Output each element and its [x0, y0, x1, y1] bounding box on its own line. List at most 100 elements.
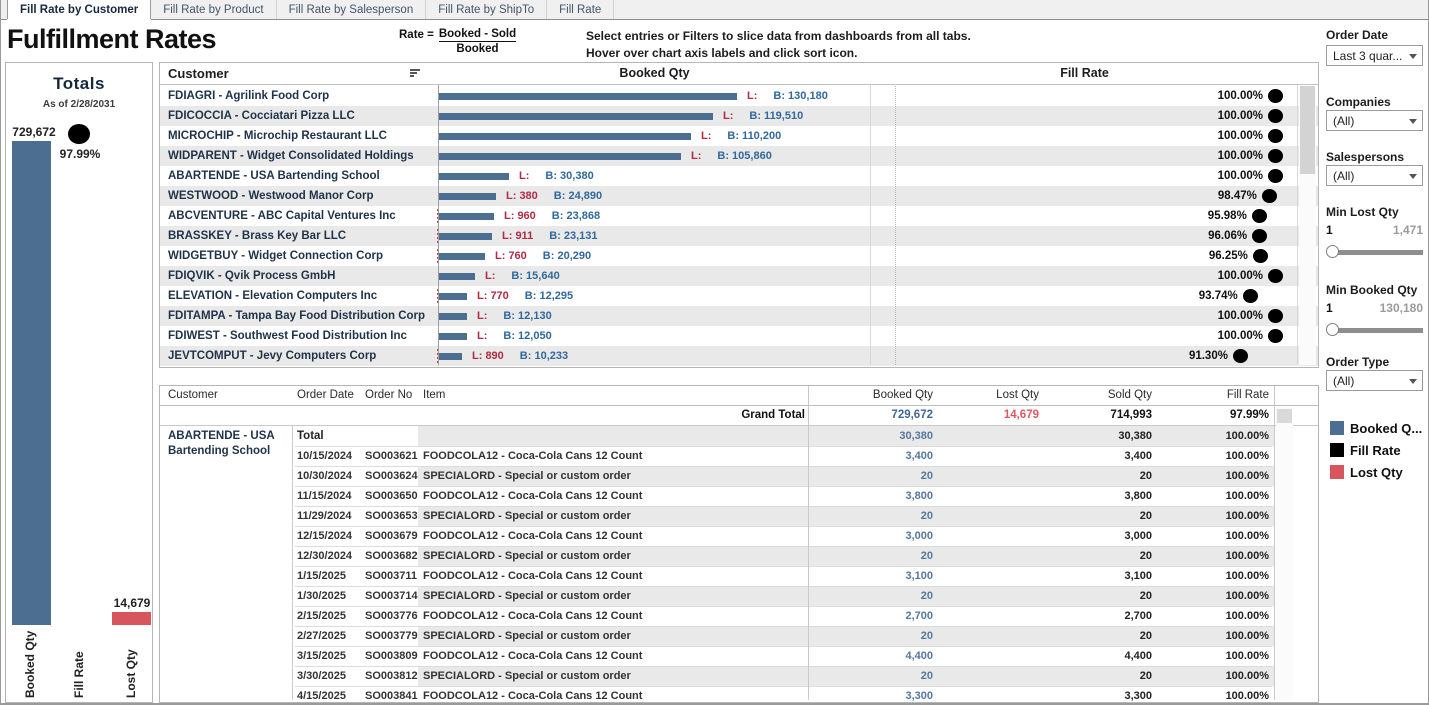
- booked-qty-bar[interactable]: [439, 173, 509, 180]
- booked-qty-bar[interactable]: [439, 93, 737, 100]
- order-row-5[interactable]: 12/15/2024SO003679FOODCOLA12 - Coca-Cola…: [160, 526, 1318, 546]
- fill-rate-dot[interactable]: [1268, 129, 1283, 143]
- customer-label[interactable]: FDITAMPA - Tampa Bay Food Distribution C…: [168, 306, 434, 326]
- min-lost-qty-slider[interactable]: [1326, 245, 1423, 259]
- chart-row-10[interactable]: FDIQVIK - Qvik Process GmbHL:B: 15,64010…: [160, 266, 1318, 286]
- customer-label[interactable]: FDIQVIK - Qvik Process GmbH: [168, 266, 434, 286]
- chart-row-12[interactable]: FDITAMPA - Tampa Bay Food Distribution C…: [160, 306, 1318, 326]
- companies-filter-dropdown[interactable]: (All): [1326, 110, 1423, 131]
- order-row-11[interactable]: 3/15/2025SO003809FOODCOLA12 - Coca-Cola …: [160, 646, 1318, 666]
- order-row-10[interactable]: 2/27/2025SO003779SPECIALORD - Special or…: [160, 626, 1318, 646]
- chart-row-7[interactable]: ABCVENTURE - ABC Capital Ventures IncL: …: [160, 206, 1318, 226]
- customer-label[interactable]: FDIAGRI - Agrilink Food Corp: [168, 86, 434, 106]
- chart-row-1[interactable]: FDIAGRI - Agrilink Food CorpL:B: 130,180…: [160, 86, 1318, 106]
- customer-label[interactable]: WIDGETBUY - Widget Connection Corp: [168, 246, 434, 266]
- order-type-filter-dropdown[interactable]: (All): [1326, 370, 1423, 391]
- chart-row-3[interactable]: MICROCHIP - Microchip Restaurant LLCL:B:…: [160, 126, 1318, 146]
- fill-rate-dot[interactable]: [1253, 249, 1268, 263]
- chart-row-5[interactable]: ABARTENDE - USA Bartending SchoolL:B: 30…: [160, 166, 1318, 186]
- min-booked-qty-slider[interactable]: [1326, 323, 1423, 337]
- grand-total-row[interactable]: Grand Total 729,672 14,679 714,993 97.99…: [160, 406, 1318, 426]
- customer-total-row[interactable]: Total30,38030,380100.00%: [160, 426, 1318, 446]
- customer-label[interactable]: ABCVENTURE - ABC Capital Ventures Inc: [168, 206, 434, 226]
- tab-fill-rate-by-product[interactable]: Fill Rate by Product: [151, 0, 276, 19]
- min-booked-qty-slider-track[interactable]: [1336, 328, 1423, 333]
- booked-qty-bar[interactable]: [439, 293, 467, 300]
- fill-rate-dot[interactable]: [1262, 189, 1277, 203]
- chart-scrollbar[interactable]: [1299, 86, 1316, 365]
- customer-label[interactable]: WIDPARENT - Widget Consolidated Holdings: [168, 146, 434, 166]
- tab-fill-rate-by-customer[interactable]: Fill Rate by Customer: [7, 0, 151, 19]
- min-lost-qty-slider-track[interactable]: [1336, 250, 1423, 255]
- legend-item-fill-rate[interactable]: Fill Rate: [1330, 441, 1401, 459]
- table-scrollbar-thumb[interactable]: [1277, 409, 1292, 423]
- table-header-booked-qty[interactable]: Booked Qty: [810, 389, 933, 401]
- order-row-1[interactable]: 10/15/2024SO003621FOODCOLA12 - Coca-Cola…: [160, 446, 1318, 466]
- chart-row-8[interactable]: BRASSKEY - Brass Key Bar LLCL: 911B: 23,…: [160, 226, 1318, 246]
- order-row-9[interactable]: 2/15/2025SO003776FOODCOLA12 - Coca-Cola …: [160, 606, 1318, 626]
- booked-qty-bar[interactable]: [439, 253, 485, 260]
- booked-qty-bar[interactable]: [439, 233, 492, 240]
- order-date-filter-dropdown[interactable]: Last 3 quar...: [1326, 45, 1423, 66]
- table-header-item[interactable]: Item: [423, 389, 445, 401]
- chart-row-11[interactable]: ELEVATION - Elevation Computers IncL: 77…: [160, 286, 1318, 306]
- totals-axis-lost-qty[interactable]: Lost Qty: [124, 624, 138, 698]
- customer-label[interactable]: BRASSKEY - Brass Key Bar LLC: [168, 226, 434, 246]
- fill-rate-dot[interactable]: [1268, 149, 1283, 163]
- order-row-8[interactable]: 1/30/2025SO003714SPECIALORD - Special or…: [160, 586, 1318, 606]
- fill-rate-dot[interactable]: [1268, 89, 1283, 103]
- chart-row-2[interactable]: FDICOCCIA - Cocciatari Pizza LLCL:B: 119…: [160, 106, 1318, 126]
- fill-rate-dot[interactable]: [1268, 169, 1283, 183]
- customer-label[interactable]: ABARTENDE - USA Bartending School: [168, 166, 434, 186]
- totals-fill-rate-dot[interactable]: [68, 124, 90, 144]
- order-row-6[interactable]: 12/30/2024SO003682SPECIALORD - Special o…: [160, 546, 1318, 566]
- customer-label[interactable]: ELEVATION - Elevation Computers Inc: [168, 286, 434, 306]
- fill-rate-dot[interactable]: [1268, 329, 1283, 343]
- table-header-lost-qty[interactable]: Lost Qty: [940, 389, 1039, 401]
- chart-row-4[interactable]: WIDPARENT - Widget Consolidated Holdings…: [160, 146, 1318, 166]
- table-scrollbar[interactable]: [1276, 407, 1293, 700]
- chart-row-9[interactable]: WIDGETBUY - Widget Connection CorpL: 760…: [160, 246, 1318, 266]
- customer-label[interactable]: FDICOCCIA - Cocciatari Pizza LLC: [168, 106, 434, 126]
- booked-qty-column-header[interactable]: Booked Qty: [439, 66, 870, 80]
- fill-rate-column-header[interactable]: Fill Rate: [872, 66, 1297, 80]
- table-header-fill-rate[interactable]: Fill Rate: [1152, 389, 1269, 401]
- booked-qty-bar[interactable]: [439, 153, 681, 160]
- customer-label[interactable]: MICROCHIP - Microchip Restaurant LLC: [168, 126, 434, 146]
- fill-rate-dot[interactable]: [1268, 109, 1283, 123]
- table-header-sold-qty[interactable]: Sold Qty: [1039, 389, 1152, 401]
- min-lost-qty-slider-handle[interactable]: [1326, 245, 1339, 258]
- order-row-13[interactable]: 4/15/2025SO003841FOODCOLA12 - Coca-Cola …: [160, 686, 1318, 703]
- chart-scrollbar-thumb[interactable]: [1300, 86, 1315, 174]
- booked-qty-bar[interactable]: [439, 313, 467, 320]
- booked-qty-bar[interactable]: [439, 133, 691, 140]
- order-row-2[interactable]: 10/30/2024SO003624SPECIALORD - Special o…: [160, 466, 1318, 486]
- customer-label[interactable]: JEVTCOMPUT - Jevy Computers Corp: [168, 346, 434, 366]
- customer-label[interactable]: WESTWOOD - Westwood Manor Corp: [168, 186, 434, 206]
- booked-qty-bar[interactable]: [439, 213, 494, 220]
- customer-label[interactable]: FDIWEST - Southwest Food Distribution In…: [168, 326, 434, 346]
- order-row-4[interactable]: 11/29/2024SO003653SPECIALORD - Special o…: [160, 506, 1318, 526]
- booked-qty-bar[interactable]: [439, 193, 496, 200]
- legend-item-booked-q-[interactable]: Booked Q...: [1330, 419, 1422, 437]
- legend-item-lost-qty[interactable]: Lost Qty: [1330, 463, 1403, 481]
- fill-rate-dot[interactable]: [1252, 229, 1267, 243]
- fill-rate-dot[interactable]: [1243, 289, 1258, 303]
- table-header-order-date[interactable]: Order Date: [297, 389, 354, 401]
- fill-rate-dot[interactable]: [1268, 309, 1283, 323]
- min-booked-qty-slider-handle[interactable]: [1326, 323, 1339, 336]
- order-row-3[interactable]: 11/15/2024SO003650FOODCOLA12 - Coca-Cola…: [160, 486, 1318, 506]
- booked-qty-bar[interactable]: [439, 333, 467, 340]
- totals-booked-bar[interactable]: [12, 141, 51, 625]
- fill-rate-dot[interactable]: [1252, 209, 1267, 223]
- fill-rate-dot[interactable]: [1268, 269, 1283, 283]
- salespersons-filter-dropdown[interactable]: (All): [1326, 165, 1423, 186]
- chart-row-6[interactable]: WESTWOOD - Westwood Manor CorpL: 380B: 2…: [160, 186, 1318, 206]
- totals-axis-booked-qty[interactable]: Booked Qty: [23, 624, 37, 698]
- booked-qty-bar[interactable]: [439, 113, 713, 120]
- tab-fill-rate-by-salesperson[interactable]: Fill Rate by Salesperson: [277, 0, 427, 19]
- order-row-7[interactable]: 1/15/2025SO003711FOODCOLA12 - Coca-Cola …: [160, 566, 1318, 586]
- table-header-customer[interactable]: Customer: [168, 389, 218, 401]
- booked-qty-bar[interactable]: [439, 353, 462, 360]
- chart-row-14[interactable]: JEVTCOMPUT - Jevy Computers CorpL: 890B:…: [160, 346, 1318, 366]
